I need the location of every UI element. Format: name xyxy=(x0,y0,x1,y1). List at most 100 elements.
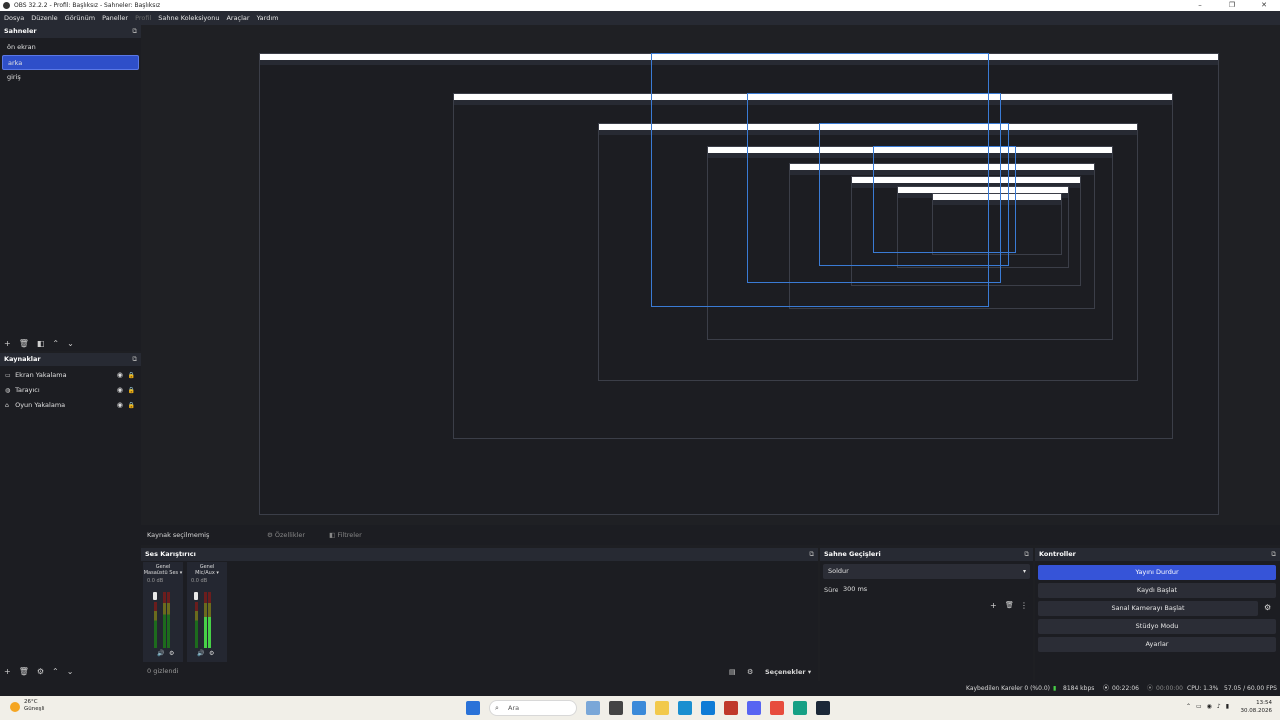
visibility-eye-icon[interactable]: ◉ xyxy=(117,383,123,398)
clock[interactable]: 13:54 30.08.2026 xyxy=(1241,699,1273,715)
add-scene-icon[interactable]: + xyxy=(4,339,11,348)
source-item-screen-capture[interactable]: ▭ Ekran Yakalama ◉ 🔒 xyxy=(0,368,141,383)
cpu-usage: CPU: 1.3% xyxy=(1187,685,1219,692)
hidden-channels-count: 0 gizlendi xyxy=(147,667,179,675)
undock-icon[interactable]: ⧉ xyxy=(1024,548,1029,561)
remove-scene-icon[interactable]: 🗑 xyxy=(19,339,29,348)
scenes-toolbar: + 🗑 ◧ ⌃ ⌄ xyxy=(0,336,141,350)
channel-name[interactable]: Mic/Aux ▾ xyxy=(187,570,227,576)
transition-type-select[interactable]: Soldur ▾ xyxy=(823,564,1030,579)
menu-view[interactable]: Görünüm xyxy=(65,14,95,22)
taskbar-apps: ⌕ Ara xyxy=(466,700,839,716)
preview-canvas[interactable] xyxy=(141,25,1280,525)
channel-settings-icon[interactable]: ⚙ xyxy=(169,650,174,657)
menu-bar: Dosya Düzenle Görünüm Paneller Profil Sa… xyxy=(0,11,1280,25)
widgets-icon[interactable] xyxy=(632,701,646,715)
scene-item-giris[interactable]: giriş xyxy=(2,70,139,85)
obs-logo-icon xyxy=(3,2,10,9)
plane-app-icon[interactable] xyxy=(586,701,600,715)
remove-transition-icon[interactable]: 🗑 xyxy=(1005,601,1014,609)
controls-dock: Kontroller ⧉ Yayını Durdur Kaydı Başlat … xyxy=(1035,548,1280,681)
properties-button[interactable]: ⚙ Özellikler xyxy=(267,531,305,539)
menu-help[interactable]: Yardım xyxy=(257,14,279,22)
channel-volume-db: 0.0 dB xyxy=(191,578,208,584)
source-toolbar: Kaynak seçilmemiş ⚙ Özellikler ◧ Filtrel… xyxy=(141,525,1280,545)
mixer-layout-icon[interactable]: ▤ xyxy=(729,668,736,676)
start-recording-button[interactable]: Kaydı Başlat xyxy=(1038,583,1276,598)
source-item-browser[interactable]: ◍ Tarayıcı ◉ 🔒 xyxy=(0,383,141,398)
volume-fader[interactable] xyxy=(153,592,157,600)
start-virtual-camera-button[interactable]: Sanal Kamerayı Başlat xyxy=(1038,601,1258,616)
maximize-button[interactable]: ❐ xyxy=(1216,0,1248,11)
add-source-icon[interactable]: + xyxy=(4,667,11,676)
app-icon[interactable] xyxy=(793,701,807,715)
menu-docks[interactable]: Paneller xyxy=(102,14,128,22)
chrome-icon[interactable] xyxy=(770,701,784,715)
file-explorer-icon[interactable] xyxy=(655,701,669,715)
transitions-title: Sahne Geçişleri xyxy=(824,550,881,558)
menu-edit[interactable]: Düzenle xyxy=(31,14,57,22)
edge-browser-icon[interactable] xyxy=(678,701,692,715)
windows-taskbar: 26°C Güneşli ⌕ Ara ⌃▭◉♪▮ 13:54 30.08.202… xyxy=(0,696,1280,720)
weather-temperature: 26°C xyxy=(24,699,38,705)
advanced-audio-icon[interactable]: ⚙ xyxy=(747,668,753,676)
visibility-eye-icon[interactable]: ◉ xyxy=(117,398,123,413)
mixer-options-button[interactable]: Seçenekler ▾ xyxy=(765,668,811,676)
duration-input[interactable]: 300 ms xyxy=(838,582,1030,597)
settings-button[interactable]: Ayarlar xyxy=(1038,637,1276,652)
undock-icon[interactable]: ⧉ xyxy=(809,548,814,561)
minimize-button[interactable]: – xyxy=(1184,0,1216,11)
steam-icon[interactable] xyxy=(816,701,830,715)
add-transition-icon[interactable]: + xyxy=(990,601,997,610)
scene-item-on-ekran[interactable]: ön ekran xyxy=(2,40,139,55)
filters-button[interactable]: ◧ Filtreler xyxy=(329,531,362,539)
taskbar-search[interactable]: ⌕ Ara xyxy=(489,700,577,716)
more-options-icon[interactable]: ⋮ xyxy=(1020,601,1028,610)
task-view-icon[interactable] xyxy=(609,701,623,715)
undock-icon[interactable]: ⧉ xyxy=(132,353,137,366)
visibility-eye-icon[interactable]: ◉ xyxy=(117,368,123,383)
source-label: Ekran Yakalama xyxy=(15,371,67,379)
menu-tools[interactable]: Araçlar xyxy=(226,14,249,22)
source-label: Oyun Yakalama xyxy=(15,401,66,409)
dropped-frames: Kaybedilen Kareler 0 (%0.0) xyxy=(966,685,1051,692)
davinci-icon[interactable] xyxy=(724,701,738,715)
level-meter xyxy=(195,602,198,648)
menu-scene-collection[interactable]: Sahne Koleksiyonu xyxy=(158,14,219,22)
discord-icon[interactable] xyxy=(747,701,761,715)
move-down-icon[interactable]: ⌄ xyxy=(67,339,74,348)
move-down-icon[interactable]: ⌄ xyxy=(67,667,74,676)
globe-icon: ◍ xyxy=(5,387,11,394)
scene-filters-icon[interactable]: ◧ xyxy=(37,339,45,348)
scenes-dock: Sahneler ⧉ ön ekran arka giriş + 🗑 ◧ ⌃ ⌄ xyxy=(0,25,141,351)
stop-streaming-button[interactable]: Yayını Durdur xyxy=(1038,565,1276,580)
remove-source-icon[interactable]: 🗑 xyxy=(19,667,29,676)
system-tray-icons[interactable]: ⌃▭◉♪▮ xyxy=(1186,703,1234,710)
undock-icon[interactable]: ⧉ xyxy=(1271,548,1276,561)
store-icon[interactable] xyxy=(701,701,715,715)
speaker-icon[interactable]: 🔊 xyxy=(197,650,204,657)
lock-icon[interactable]: 🔒 xyxy=(128,368,135,383)
channel-settings-icon[interactable]: ⚙ xyxy=(209,650,214,657)
scene-item-arka[interactable]: arka xyxy=(2,55,139,70)
source-item-game-capture[interactable]: ⌂ Oyun Yakalama ◉ 🔒 xyxy=(0,398,141,413)
menu-profile[interactable]: Profil xyxy=(135,14,151,22)
studio-mode-button[interactable]: Stüdyo Modu xyxy=(1038,619,1276,634)
lock-icon[interactable]: 🔒 xyxy=(128,398,135,413)
clock-date: 30.08.2026 xyxy=(1240,708,1273,714)
speaker-icon[interactable]: 🔊 xyxy=(157,650,164,657)
start-menu-icon[interactable] xyxy=(466,701,480,715)
selection-outline xyxy=(873,146,1016,253)
weather-widget[interactable]: 26°C Güneşli xyxy=(10,699,45,713)
virtual-camera-settings-icon[interactable]: ⚙ xyxy=(1264,603,1271,612)
lock-icon[interactable]: 🔒 xyxy=(128,383,135,398)
source-properties-icon[interactable]: ⚙ xyxy=(37,667,44,676)
window-title: OBS 32.2.2 - Profil: Başlıksız - Sahnele… xyxy=(14,2,161,9)
channel-name[interactable]: Masaüstü Ses ▾ xyxy=(143,570,183,576)
menu-file[interactable]: Dosya xyxy=(4,14,24,22)
undock-icon[interactable]: ⧉ xyxy=(132,25,137,38)
move-up-icon[interactable]: ⌃ xyxy=(52,339,59,348)
volume-fader[interactable] xyxy=(194,592,198,600)
close-button[interactable]: ✕ xyxy=(1248,0,1280,11)
move-up-icon[interactable]: ⌃ xyxy=(52,667,59,676)
